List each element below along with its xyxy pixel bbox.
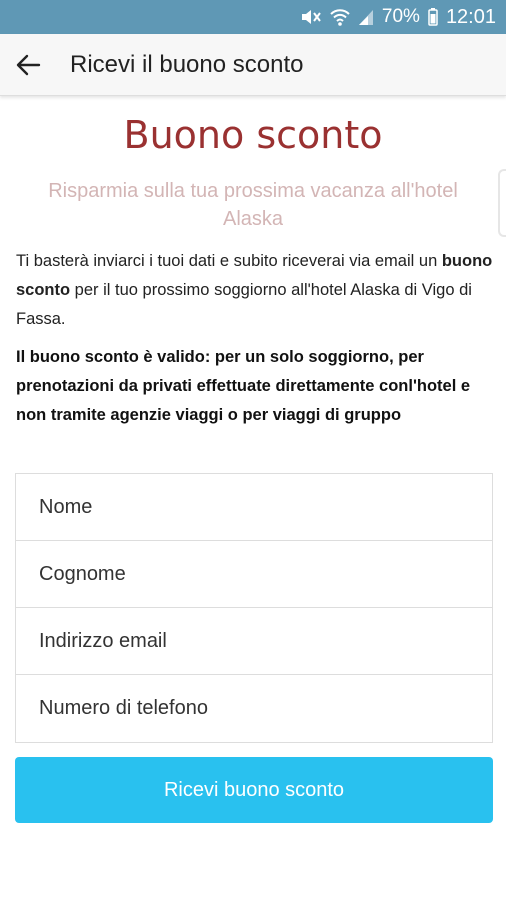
nome-row <box>16 474 492 541</box>
status-bar: 70% 12:01 <box>0 0 506 34</box>
submit-button[interactable]: Ricevi buono sconto <box>15 757 493 823</box>
intro-after: per il tuo prossimo soggiorno all'hotel … <box>16 281 472 328</box>
cognome-input[interactable] <box>39 562 492 586</box>
intro-before: Ti basterà inviarci i tuoi dati e subito… <box>16 252 442 270</box>
signal-icon <box>358 8 374 26</box>
battery-percent: 70% <box>381 6 420 27</box>
email-input[interactable] <box>39 629 492 653</box>
validity-notice: Il buono sconto è valido: per un solo so… <box>16 348 471 424</box>
email-row <box>16 608 492 675</box>
heading: Buono sconto <box>123 113 383 157</box>
wifi-icon <box>330 8 350 26</box>
arrow-left-icon <box>16 54 41 75</box>
back-button[interactable] <box>4 41 52 89</box>
nome-input[interactable] <box>39 495 492 519</box>
mute-icon <box>300 7 322 27</box>
cognome-row <box>16 541 492 608</box>
telefono-input[interactable] <box>39 697 492 720</box>
telefono-row <box>16 675 492 742</box>
scroll-indicator[interactable] <box>498 169 506 237</box>
subheading: Risparmia sulla tua prossima vacanza all… <box>48 180 458 230</box>
app-bar: Ricevi il buono sconto <box>0 34 506 96</box>
battery-icon <box>428 8 438 26</box>
discount-form <box>15 473 493 743</box>
intro-text: Ti basterà inviarci i tuoi dati e subito… <box>16 247 494 334</box>
clock: 12:01 <box>445 5 496 28</box>
page-title: Ricevi il buono sconto <box>70 50 304 78</box>
